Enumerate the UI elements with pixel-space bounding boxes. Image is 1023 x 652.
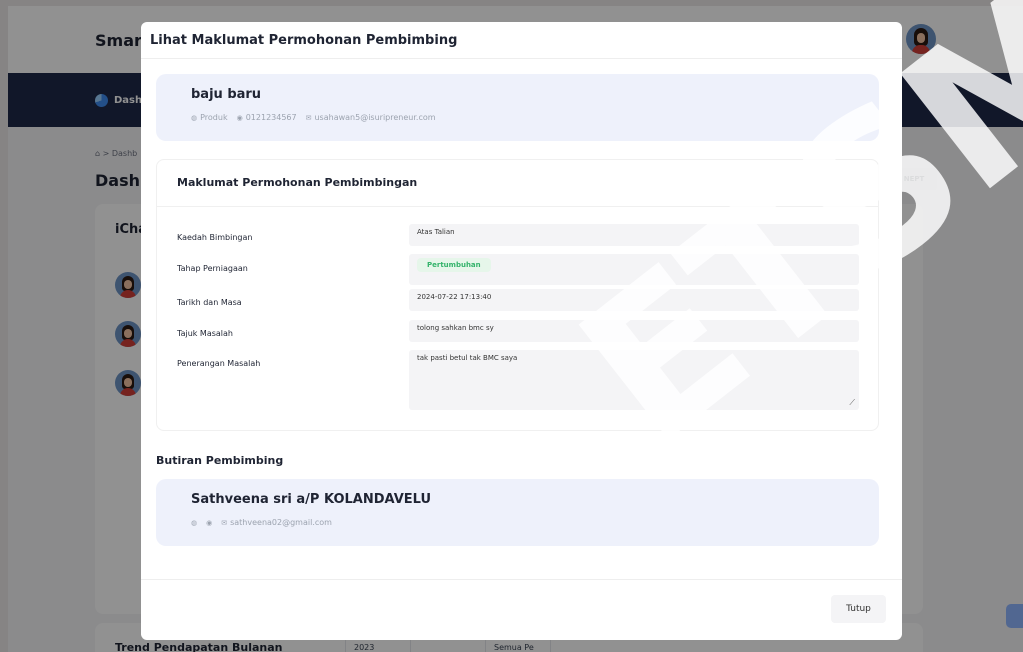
phone-icon: ◉ xyxy=(206,518,213,527)
mentor-phone-meta: ◉ xyxy=(206,518,212,527)
applicant-meta: ◍ Produk ◉ 0121234567 ✉ usahawan5@isurip… xyxy=(191,113,436,122)
phone-icon: ◉ xyxy=(236,113,243,122)
mentor-name: Sathveena sri a/P KOLANDAVELU xyxy=(191,492,432,507)
category-text: Produk xyxy=(200,113,228,122)
tarikh-label: Tarikh dan Masa xyxy=(177,298,242,307)
phone-meta: ◉ 0121234567 xyxy=(237,113,297,122)
applicant-name: baju baru xyxy=(191,87,262,102)
close-button[interactable]: Tutup xyxy=(831,595,886,623)
mentor-email-text: sathveena02@gmail.com xyxy=(230,518,332,527)
mentor-meta: ◍ ◉ ✉ sathveena02@gmail.com xyxy=(191,518,332,527)
status-badge: Pertumbuhan xyxy=(417,258,491,272)
info-card-title: Maklumat Permohonan Pembimbingan xyxy=(177,176,418,189)
email-text: usahawan5@isuripreneur.com xyxy=(314,113,436,122)
penerangan-text: tak pasti betul tak BMC saya xyxy=(417,354,518,362)
penerangan-label: Penerangan Masalah xyxy=(177,359,261,368)
tag-icon: ◍ xyxy=(191,113,198,122)
mentor-category-meta: ◍ xyxy=(191,518,197,527)
resize-handle-icon[interactable]: ⟋ xyxy=(849,398,855,408)
email-icon: ✉ xyxy=(221,518,228,527)
modal-footer: Tutup xyxy=(141,579,902,640)
modal-header: Lihat Maklumat Permohonan Pembimbing xyxy=(141,22,902,59)
category-meta: ◍ Produk xyxy=(191,113,228,122)
mentor-card: Sathveena sri a/P KOLANDAVELU ◍ ◉ ✉ sath… xyxy=(156,479,879,546)
mentor-email-meta: ✉ sathveena02@gmail.com xyxy=(221,518,332,527)
app-background: Smart Dash ⌂ > Dashb Dashb NEPT iCha Tre… xyxy=(0,0,1023,652)
mentor-section-title: Butiran Pembimbing xyxy=(156,454,284,467)
phone-text: 0121234567 xyxy=(245,113,297,122)
kaedah-label: Kaedah Bimbingan xyxy=(177,233,253,242)
email-icon: ✉ xyxy=(305,113,312,122)
email-meta: ✉ usahawan5@isuripreneur.com xyxy=(306,113,436,122)
modal-title: Lihat Maklumat Permohonan Pembimbing xyxy=(150,33,458,48)
tajuk-label: Tajuk Masalah xyxy=(177,329,234,338)
tahap-label: Tahap Perniagaan xyxy=(177,264,248,273)
tag-icon: ◍ xyxy=(191,518,198,527)
